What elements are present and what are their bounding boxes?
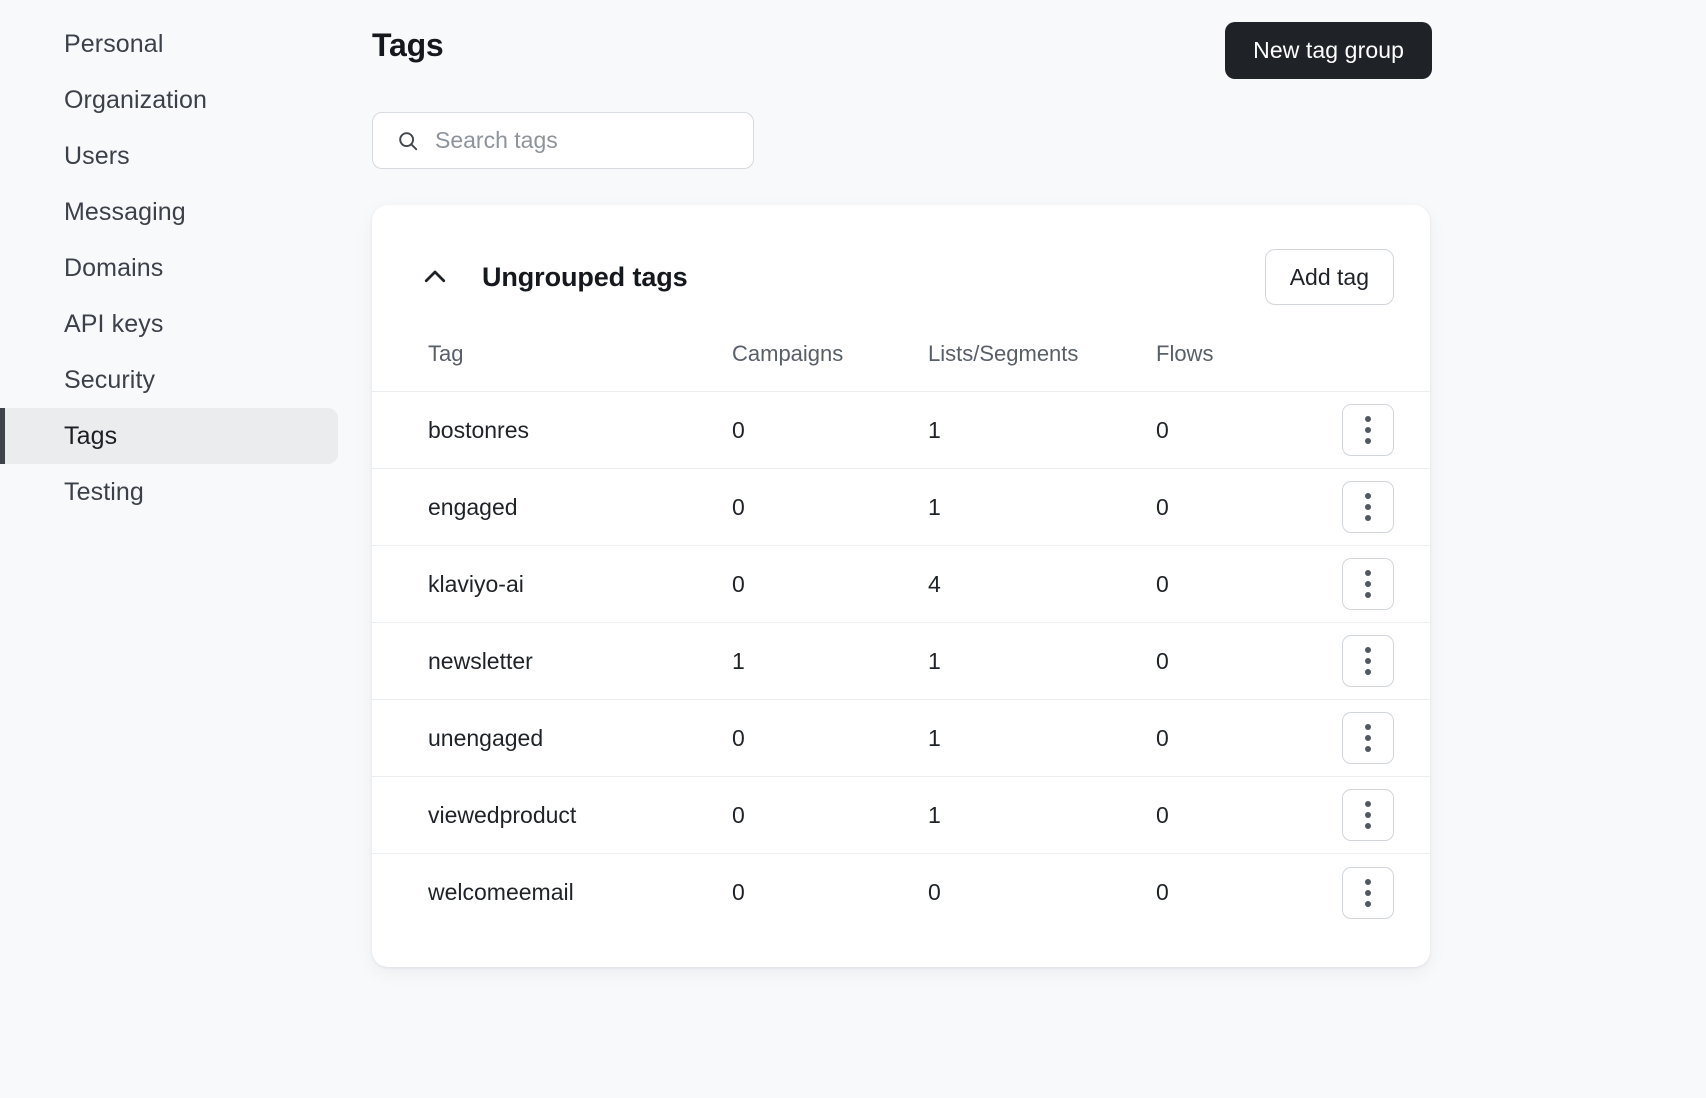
flows-count-cell: 0 [1156,622,1316,700]
kebab-menu-icon[interactable] [1342,635,1394,688]
row-actions-cell [1316,699,1430,777]
search-icon [399,132,418,151]
sidebar-item-label: Users [64,141,130,170]
tag-name-cell: bostonres [372,391,732,469]
column-header-flows: Flows [1156,341,1214,367]
campaigns-count-cell: 0 [732,776,928,854]
sidebar-item-domains[interactable]: Domains [0,240,338,296]
sidebar-item-label: Tags [64,421,118,450]
row-actions-cell [1316,391,1430,469]
row-actions-cell [1316,853,1430,931]
lists-segments-count-cell: 1 [928,622,1156,700]
column-header-tag: Tag [428,341,464,367]
kebab-menu-icon[interactable] [1342,789,1394,842]
table-row[interactable]: engaged 0 1 0 [372,468,1430,546]
campaigns-count-cell: 0 [732,853,928,931]
card-header: Ungrouped tags Add tag [372,205,1430,306]
kebab-menu-icon[interactable] [1342,712,1394,765]
sidebar-item-label: Domains [64,253,164,282]
page-header: Tags [372,0,1706,64]
campaigns-count-cell: 0 [732,545,928,623]
lists-segments-count-cell: 0 [928,853,1156,931]
campaigns-count-cell: 0 [732,468,928,546]
row-actions-cell [1316,776,1430,854]
sidebar-item-organization[interactable]: Organization [0,72,338,128]
flows-count-cell: 0 [1156,545,1316,623]
sidebar-item-api-keys[interactable]: API keys [0,296,338,352]
search-input[interactable] [435,113,715,169]
column-header-lists-segments: Lists/Segments [928,341,1079,367]
tags-settings-page: Personal Organization Users Messaging Domain… [0,0,1706,1098]
sidebar-item-security[interactable]: Security [0,352,338,408]
sidebar-item-tags[interactable]: Tags [0,408,338,464]
kebab-menu-icon[interactable] [1342,404,1394,457]
lists-segments-count-cell: 1 [928,776,1156,854]
table-row[interactable]: bostonres 0 1 0 [372,391,1430,469]
row-actions-cell [1316,622,1430,700]
sidebar-nav-list: Personal Organization Users Messaging Domain… [0,16,372,520]
sidebar-item-label: Organization [64,85,207,114]
table-row[interactable]: welcomeemail 0 0 0 [372,853,1430,931]
flows-count-cell: 0 [1156,776,1316,854]
table-head: Tag Campaigns Lists/Segments Flows [372,341,1430,392]
column-header-actions [1316,341,1430,392]
sidebar-item-label: Security [64,365,156,394]
sidebar-item-testing[interactable]: Testing [0,464,338,520]
campaigns-count-cell: 0 [732,391,928,469]
add-tag-button[interactable]: Add tag [1264,249,1394,306]
sidebar-item-label: Messaging [64,197,186,226]
sidebar-item-messaging[interactable]: Messaging [0,184,338,240]
settings-sidebar: Personal Organization Users Messaging Domain… [0,0,372,1098]
ungrouped-tags-card: Ungrouped tags Add tag Tag Campaigns Lists… [372,205,1430,967]
flows-count-cell: 0 [1156,853,1316,931]
search-box[interactable] [372,112,754,170]
main-content: Tags New tag group Ungrouped tags [372,0,1706,1098]
tag-name-cell: welcomeemail [372,853,732,931]
lists-segments-count-cell: 4 [928,545,1156,623]
tag-name-cell: engaged [372,468,732,546]
tags-table: Tag Campaigns Lists/Segments Flows bostonre… [372,341,1430,931]
row-actions-cell [1316,545,1430,623]
sidebar-item-personal[interactable]: Personal [0,16,338,72]
flows-count-cell: 0 [1156,391,1316,469]
new-tag-group-button[interactable]: New tag group [1225,22,1432,79]
row-actions-cell [1316,468,1430,546]
table-row[interactable]: viewedproduct 0 1 0 [372,776,1430,854]
table-header-row: Tag Campaigns Lists/Segments Flows [372,341,1430,392]
flows-count-cell: 0 [1156,468,1316,546]
table-row[interactable]: unengaged 0 1 0 [372,699,1430,777]
sidebar-item-label: Personal [64,29,164,58]
kebab-menu-icon[interactable] [1342,866,1394,919]
sidebar-item-users[interactable]: Users [0,128,338,184]
sidebar-item-label: API keys [64,309,164,338]
tag-name-cell: viewedproduct [372,776,732,854]
sidebar-item-label: Testing [64,477,144,506]
campaigns-count-cell: 0 [732,699,928,777]
lists-segments-count-cell: 1 [928,468,1156,546]
chevron-up-icon[interactable] [416,258,454,296]
flows-count-cell: 0 [1156,699,1316,777]
search-section [372,112,1706,170]
tag-name-cell: unengaged [372,699,732,777]
page-title: Tags [372,27,444,63]
lists-segments-count-cell: 1 [928,699,1156,777]
campaigns-count-cell: 1 [732,622,928,700]
kebab-menu-icon[interactable] [1342,481,1394,534]
tag-name-cell: klaviyo-ai [372,545,732,623]
lists-segments-count-cell: 1 [928,391,1156,469]
table-row[interactable]: klaviyo-ai 0 4 0 [372,545,1430,623]
group-title: Ungrouped tags [482,261,688,292]
kebab-menu-icon[interactable] [1342,558,1394,611]
table-body: bostonres 0 1 0 engaged 0 1 0 klaviyo-ai 0 4 0 newsl… [372,391,1430,931]
tag-name-cell: newsletter [372,622,732,700]
column-header-campaigns: Campaigns [732,341,844,367]
table-row[interactable]: newsletter 1 1 0 [372,622,1430,700]
